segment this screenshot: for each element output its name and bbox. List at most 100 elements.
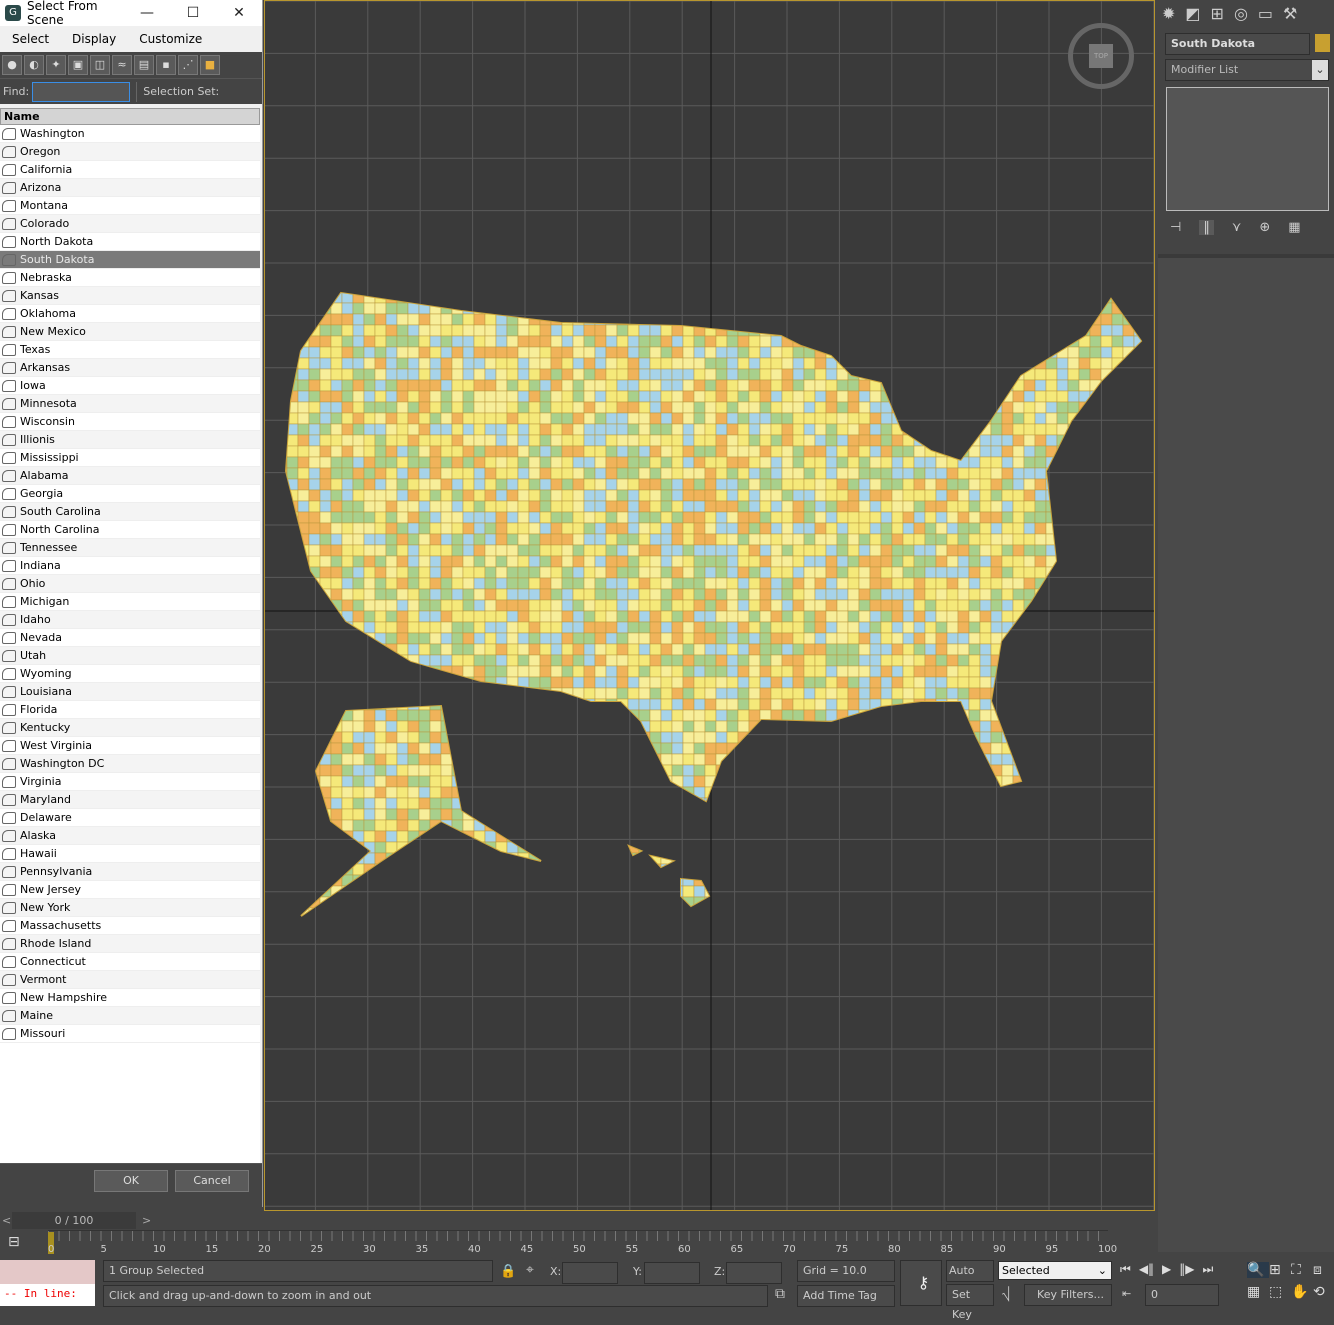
- x-coordinate-field[interactable]: [562, 1262, 618, 1284]
- list-item[interactable]: Maryland: [0, 791, 260, 809]
- prev-frame-arrow[interactable]: <: [2, 1214, 11, 1227]
- list-item[interactable]: New York: [0, 899, 260, 917]
- z-coordinate-field[interactable]: [726, 1262, 782, 1284]
- remove-modifier-icon[interactable]: ⊕: [1259, 220, 1270, 235]
- lights-filter-icon[interactable]: ✦: [46, 55, 66, 75]
- list-item[interactable]: New Mexico: [0, 323, 260, 341]
- list-item[interactable]: Ohio: [0, 575, 260, 593]
- pin-stack-icon[interactable]: ⊣: [1170, 220, 1181, 235]
- list-item[interactable]: Delaware: [0, 809, 260, 827]
- list-item[interactable]: Washington DC: [0, 755, 260, 773]
- modifier-list-dropdown[interactable]: Modifier List⌄: [1165, 59, 1329, 81]
- list-item[interactable]: Michigan: [0, 593, 260, 611]
- list-item[interactable]: Mississippi: [0, 449, 260, 467]
- absolute-mode-icon[interactable]: ⌖: [526, 1262, 534, 1278]
- cameras-filter-icon[interactable]: ▣: [68, 55, 88, 75]
- list-item[interactable]: Utah: [0, 647, 260, 665]
- y-coordinate-field[interactable]: [644, 1262, 700, 1284]
- shapes-filter-icon[interactable]: ◐: [24, 55, 44, 75]
- viewcube[interactable]: TOP: [1068, 23, 1134, 89]
- list-item[interactable]: Montana: [0, 197, 260, 215]
- minimize-button[interactable]: —: [124, 5, 170, 21]
- list-item[interactable]: Missouri: [0, 1025, 260, 1043]
- list-item[interactable]: Colorado: [0, 215, 260, 233]
- list-item[interactable]: Louisiana: [0, 683, 260, 701]
- list-item[interactable]: Kentucky: [0, 719, 260, 737]
- list-item[interactable]: Connecticut: [0, 953, 260, 971]
- maxscript-listener[interactable]: [0, 1260, 95, 1284]
- next-frame-arrow[interactable]: >: [142, 1214, 151, 1227]
- cancel-button[interactable]: Cancel: [175, 1170, 249, 1192]
- modify-tab-icon[interactable]: ◩: [1185, 4, 1200, 23]
- groups-filter-icon[interactable]: ▤: [134, 55, 154, 75]
- list-item[interactable]: Tennessee: [0, 539, 260, 557]
- maximize-button[interactable]: ☐: [170, 5, 216, 21]
- object-color-swatch[interactable]: [1315, 34, 1330, 52]
- column-header-name[interactable]: Name: [0, 108, 260, 125]
- list-item[interactable]: Idaho: [0, 611, 260, 629]
- time-slider-thumb[interactable]: 0 / 100: [12, 1212, 136, 1229]
- list-item[interactable]: Minnesota: [0, 395, 260, 413]
- xrefs-filter-icon[interactable]: ▪: [156, 55, 176, 75]
- list-item[interactable]: South Dakota: [0, 251, 260, 269]
- list-item[interactable]: Rhode Island: [0, 935, 260, 953]
- curve-editor-icon[interactable]: ⊟: [8, 1234, 20, 1250]
- list-item[interactable]: South Carolina: [0, 503, 260, 521]
- list-item[interactable]: Wisconsin: [0, 413, 260, 431]
- time-tag-icon[interactable]: ⧉: [775, 1286, 785, 1302]
- hierarchy-tab-icon[interactable]: ⊞: [1211, 4, 1224, 23]
- helpers-filter-icon[interactable]: ◫: [90, 55, 110, 75]
- spacewarps-filter-icon[interactable]: ≈: [112, 55, 132, 75]
- time-slider[interactable]: < 0 / 100 >: [0, 1212, 155, 1230]
- list-item[interactable]: Arizona: [0, 179, 260, 197]
- top-viewport[interactable]: TOP: [264, 0, 1155, 1211]
- list-item[interactable]: Arkansas: [0, 359, 260, 377]
- maxscript-output[interactable]: -- In line:: [0, 1284, 95, 1306]
- motion-tab-icon[interactable]: ◎: [1234, 4, 1248, 23]
- menu-display[interactable]: Display: [60, 32, 127, 46]
- list-item[interactable]: California: [0, 161, 260, 179]
- list-item[interactable]: Massachusetts: [0, 917, 260, 935]
- object-name-field[interactable]: South Dakota: [1165, 33, 1310, 55]
- list-item[interactable]: West Virginia: [0, 737, 260, 755]
- list-item[interactable]: New Hampshire: [0, 989, 260, 1007]
- geometry-filter-icon[interactable]: ●: [2, 55, 22, 75]
- find-input[interactable]: [32, 82, 130, 102]
- list-item[interactable]: Indiana: [0, 557, 260, 575]
- configure-sets-icon[interactable]: ▦: [1288, 220, 1300, 235]
- ok-button[interactable]: OK: [94, 1170, 168, 1192]
- list-item[interactable]: Oklahoma: [0, 305, 260, 323]
- modifier-stack[interactable]: [1166, 87, 1329, 211]
- list-item[interactable]: Florida: [0, 701, 260, 719]
- menu-select[interactable]: Select: [0, 32, 60, 46]
- menu-customize[interactable]: Customize: [127, 32, 213, 46]
- utilities-tab-icon[interactable]: ⚒: [1283, 4, 1297, 23]
- lock-icon[interactable]: 🔒: [500, 1264, 516, 1279]
- list-item[interactable]: Oregon: [0, 143, 260, 161]
- viewcube-face[interactable]: TOP: [1089, 44, 1113, 68]
- list-item[interactable]: Iowa: [0, 377, 260, 395]
- list-item[interactable]: Nevada: [0, 629, 260, 647]
- list-item[interactable]: Alabama: [0, 467, 260, 485]
- list-item[interactable]: Washington: [0, 125, 260, 143]
- list-item[interactable]: North Carolina: [0, 521, 260, 539]
- list-item[interactable]: New Jersey: [0, 881, 260, 899]
- list-item[interactable]: Maine: [0, 1007, 260, 1025]
- list-item[interactable]: Nebraska: [0, 269, 260, 287]
- list-item[interactable]: Virginia: [0, 773, 260, 791]
- list-item[interactable]: Pennsylvania: [0, 863, 260, 881]
- list-item[interactable]: Illionis: [0, 431, 260, 449]
- list-item[interactable]: Hawaii: [0, 845, 260, 863]
- make-unique-icon[interactable]: ⋎: [1232, 220, 1242, 235]
- containers-filter-icon[interactable]: ■: [200, 55, 220, 75]
- list-item[interactable]: Georgia: [0, 485, 260, 503]
- list-item[interactable]: Alaska: [0, 827, 260, 845]
- list-item[interactable]: Vermont: [0, 971, 260, 989]
- show-end-result-icon[interactable]: ‖: [1199, 220, 1214, 235]
- list-item[interactable]: Kansas: [0, 287, 260, 305]
- list-item[interactable]: Texas: [0, 341, 260, 359]
- create-tab-icon[interactable]: ✹: [1162, 4, 1175, 23]
- list-item[interactable]: North Dakota: [0, 233, 260, 251]
- add-time-tag[interactable]: Add Time Tag: [797, 1285, 895, 1307]
- display-tab-icon[interactable]: ▭: [1258, 4, 1273, 23]
